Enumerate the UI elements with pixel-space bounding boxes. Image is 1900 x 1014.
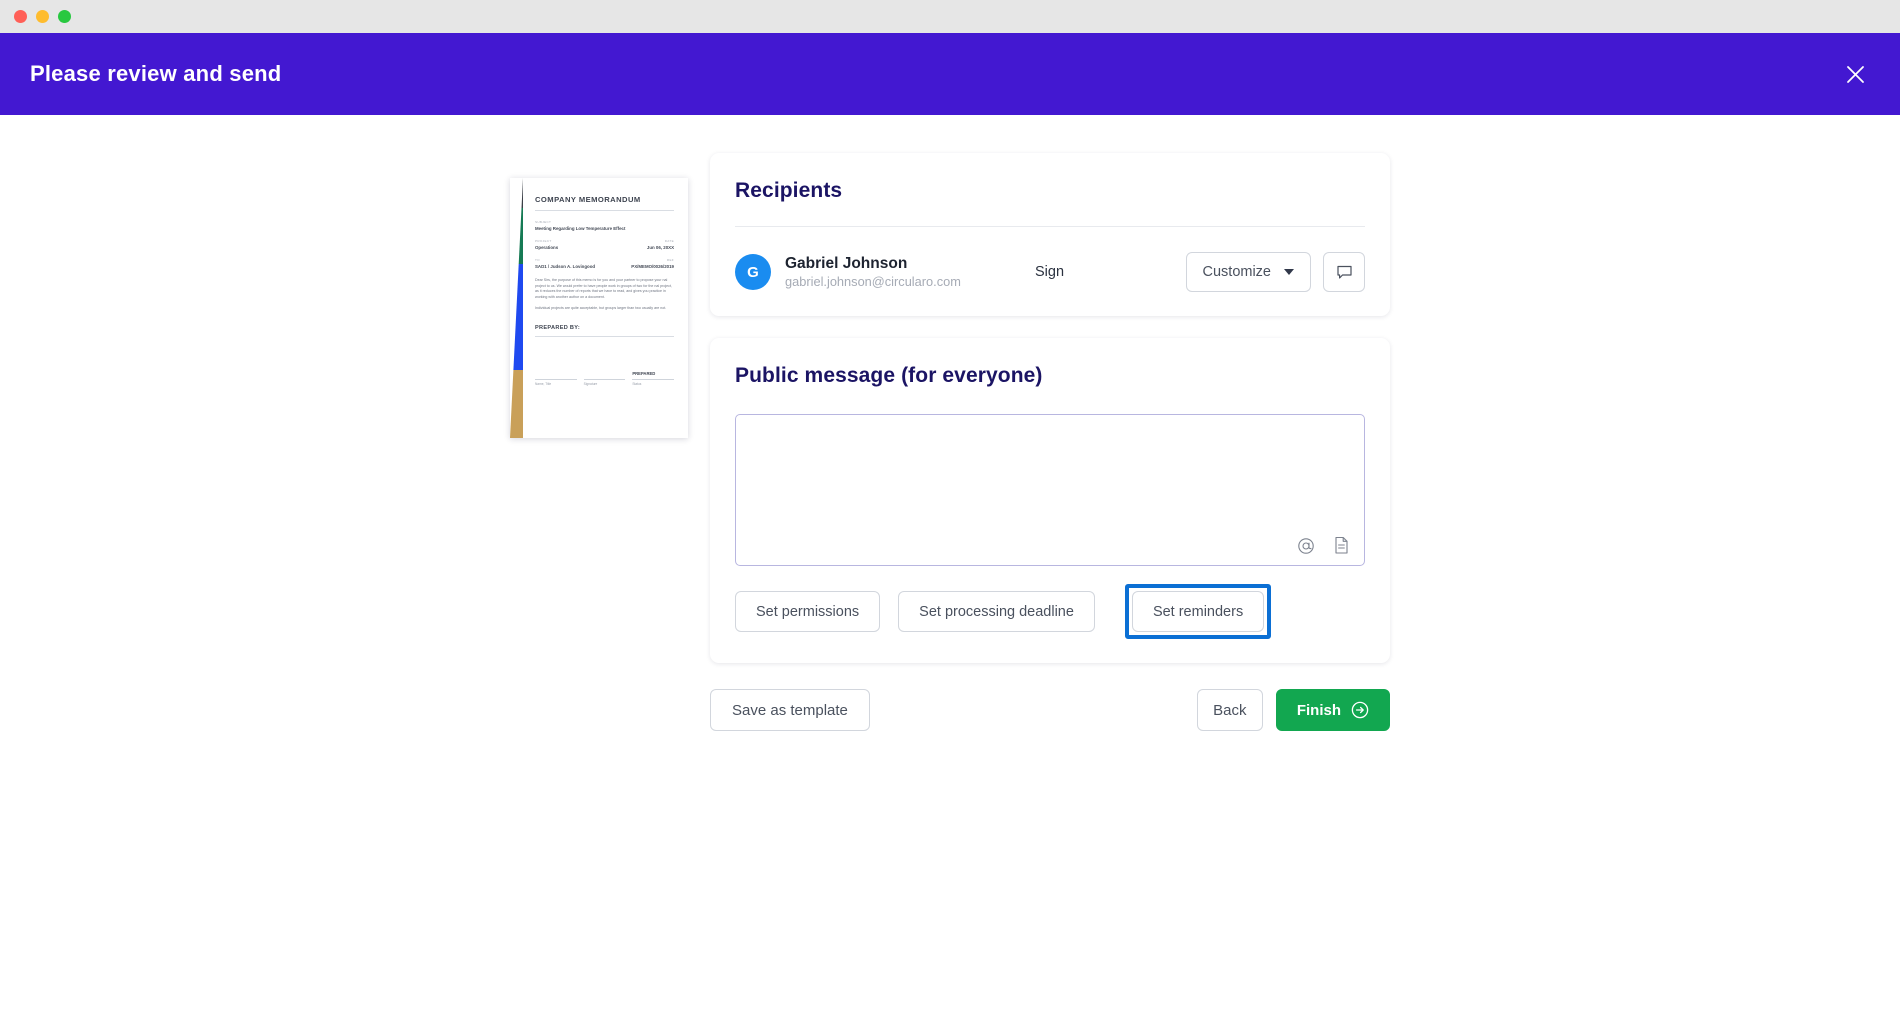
set-reminders-highlight: Set reminders	[1125, 584, 1271, 639]
public-message-box[interactable]	[735, 414, 1365, 566]
signature-status-caption: PREPARED	[632, 371, 674, 376]
date-value: Jun 06, 20XX	[647, 244, 674, 251]
footer-right-actions: Back Finish	[1197, 689, 1390, 731]
window-zoom-button[interactable]	[58, 10, 71, 23]
document-to-row: TO SAD1 / Judson A. Lovingood REF PX/MEM…	[535, 258, 674, 270]
message-toolbar	[1297, 536, 1350, 555]
customize-button[interactable]: Customize	[1186, 252, 1312, 292]
mention-icon-button[interactable]	[1297, 537, 1315, 555]
customize-button-label: Customize	[1203, 264, 1272, 280]
document-icon	[1333, 536, 1350, 555]
save-as-template-button[interactable]: Save as template	[710, 689, 870, 731]
page-body: COMPANY MEMORANDUM SUBJECT Meeting Regar…	[0, 115, 1900, 1014]
subject-value: Meeting Regarding Low Temperature Effect	[535, 225, 625, 232]
window-minimize-button[interactable]	[36, 10, 49, 23]
window-close-button[interactable]	[14, 10, 27, 23]
recipient-role: Sign	[1035, 264, 1155, 280]
main-column: Recipients G Gabriel Johnson gabriel.joh…	[710, 153, 1390, 731]
recipient-name: Gabriel Johnson	[785, 254, 1035, 273]
document-heading: COMPANY MEMORANDUM	[535, 195, 674, 204]
content-layout: COMPANY MEMORANDUM SUBJECT Meeting Regar…	[0, 153, 1900, 731]
public-message-card: Public message (for everyone)	[710, 338, 1390, 663]
signature-status-slot: PREPARED Status	[632, 371, 674, 386]
document-rule	[535, 210, 674, 211]
arrow-right-circle-icon	[1351, 701, 1369, 719]
public-message-input[interactable]	[736, 415, 1364, 565]
document-thumbnail[interactable]: COMPANY MEMORANDUM SUBJECT Meeting Regar…	[510, 178, 688, 438]
attach-document-icon-button[interactable]	[1333, 536, 1350, 555]
recipients-title: Recipients	[735, 179, 1365, 203]
set-permissions-button[interactable]: Set permissions	[735, 591, 880, 632]
recipients-card: Recipients G Gabriel Johnson gabriel.joh…	[710, 153, 1390, 316]
project-value: Operations	[535, 244, 558, 251]
signature-name-label: Name, Title	[535, 382, 577, 386]
set-processing-deadline-button[interactable]: Set processing deadline	[898, 591, 1095, 632]
prepared-by-rule	[535, 336, 674, 337]
document-subject-row: SUBJECT Meeting Regarding Low Temperatur…	[535, 220, 674, 232]
close-icon	[1846, 65, 1865, 84]
document-accent-stripe	[510, 178, 523, 438]
document-content: COMPANY MEMORANDUM SUBJECT Meeting Regar…	[523, 178, 688, 438]
recipient-row: G Gabriel Johnson gabriel.johnson@circul…	[735, 252, 1365, 292]
signature-area: Name, Title Signature PREPARED Status	[535, 371, 674, 386]
ref-value: PX/MEMO/0026/2019	[631, 263, 674, 270]
comment-icon	[1336, 264, 1353, 281]
signature-name-slot: Name, Title	[535, 379, 577, 386]
signature-sign-slot: Signature	[584, 379, 626, 386]
footer-actions: Save as template Back Finish	[710, 689, 1390, 731]
close-dialog-button[interactable]	[1838, 57, 1872, 91]
recipient-email: gabriel.johnson@circularo.com	[785, 273, 1035, 291]
recipient-actions: Customize	[1186, 252, 1366, 292]
finish-button-label: Finish	[1297, 702, 1341, 719]
window-titlebar	[0, 0, 1900, 33]
back-button[interactable]: Back	[1197, 689, 1263, 731]
mention-icon	[1297, 537, 1315, 555]
set-reminders-button[interactable]: Set reminders	[1132, 591, 1264, 632]
app-header: Please review and send	[0, 33, 1900, 115]
to-value: SAD1 / Judson A. Lovingood	[535, 263, 595, 270]
document-project-row: PROJECT Operations DATE Jun 06, 20XX	[535, 239, 674, 251]
finish-button[interactable]: Finish	[1276, 689, 1390, 731]
recipient-info: Gabriel Johnson gabriel.johnson@circular…	[785, 254, 1035, 291]
chevron-down-icon	[1284, 269, 1294, 275]
document-paragraph-1: Dear Sirs, the purpose of this memo is f…	[535, 278, 674, 300]
message-options-row: Set permissions Set processing deadline …	[735, 584, 1365, 639]
document-paragraph-2: Individual projects are quite acceptable…	[535, 306, 674, 312]
prepared-by-label: PREPARED BY:	[535, 325, 674, 331]
page-title: Please review and send	[30, 61, 281, 87]
recipients-divider	[735, 226, 1365, 227]
avatar: G	[735, 254, 771, 290]
public-message-title: Public message (for everyone)	[735, 364, 1365, 388]
document-preview-wrapper: COMPANY MEMORANDUM SUBJECT Meeting Regar…	[510, 153, 688, 438]
signature-status-label: Status	[632, 382, 674, 386]
signature-signature-label: Signature	[584, 382, 626, 386]
comment-button[interactable]	[1323, 252, 1365, 292]
